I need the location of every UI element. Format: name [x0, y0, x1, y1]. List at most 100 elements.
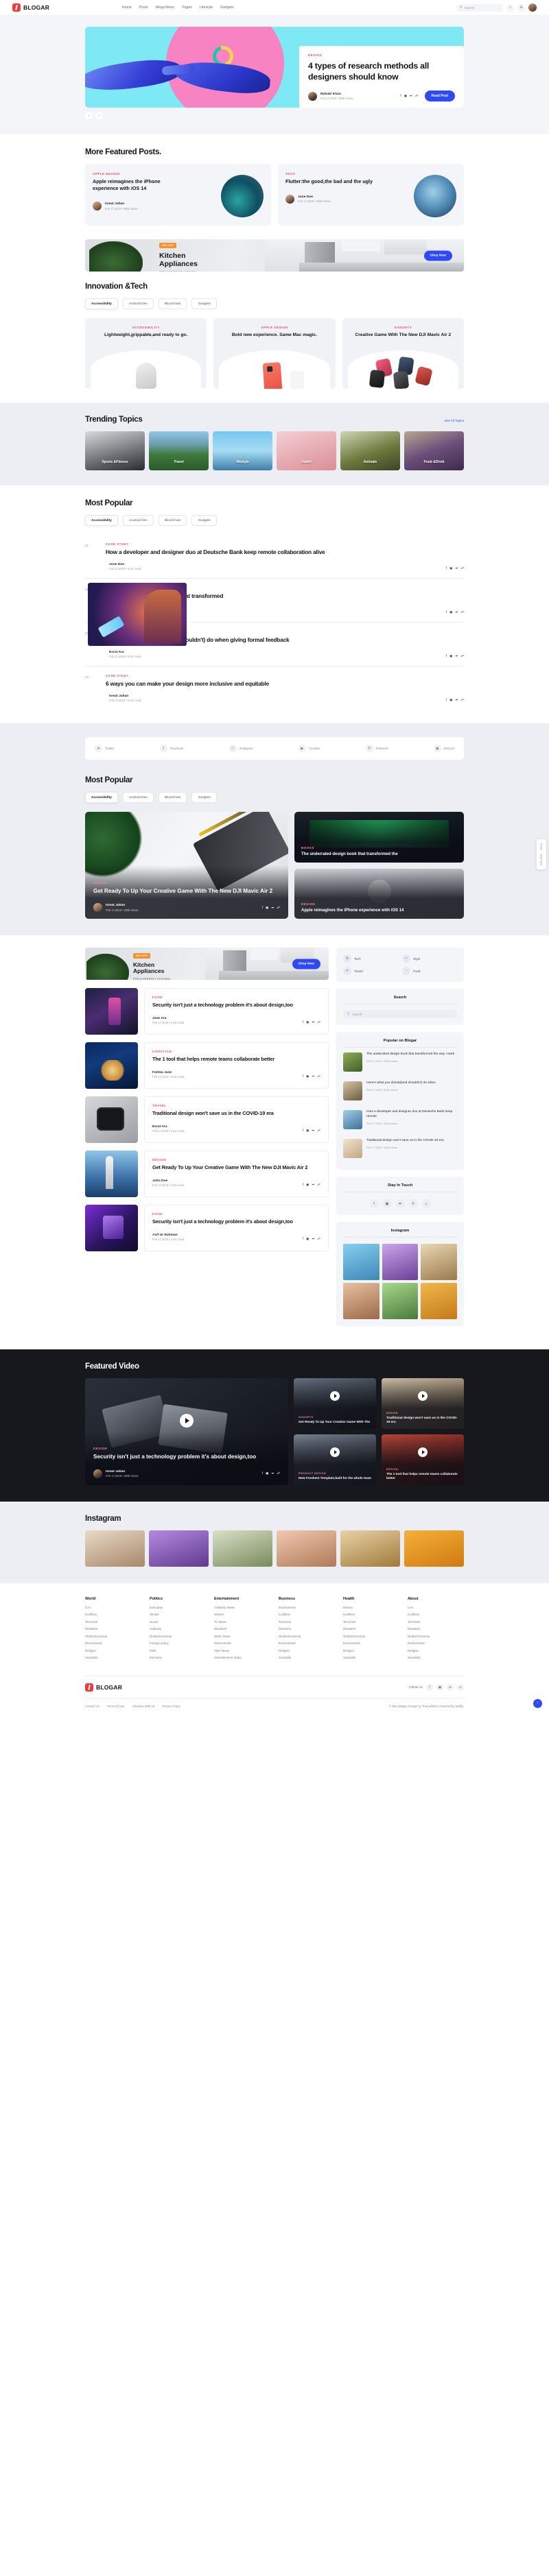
instagram-thumbnail[interactable]	[85, 1530, 145, 1567]
link-icon[interactable]: ☍	[460, 610, 464, 614]
twitter-icon[interactable]: ➦	[312, 1020, 314, 1024]
post-category[interactable]: FOOD	[152, 996, 320, 999]
avatar[interactable]	[528, 3, 537, 12]
tab-gadgets[interactable]: Gadgets	[191, 792, 217, 804]
trending-card-health[interactable]: Health	[277, 431, 336, 470]
footer-link[interactable]: Terrorism	[85, 1620, 141, 1624]
card-title[interactable]: Apple reimagines the iPhone experience w…	[301, 908, 457, 913]
trending-card-food[interactable]: Food &Drink	[404, 431, 464, 470]
list-item[interactable]: 01 CASE STUDY How a developer and design…	[85, 535, 464, 579]
video-main-card[interactable]: DESIGN Security isn't just a technology …	[85, 1377, 288, 1485]
play-icon[interactable]	[180, 1414, 194, 1428]
link-icon[interactable]: ☍	[317, 1129, 320, 1133]
nav-item-home[interactable]: Home	[122, 5, 132, 10]
legal-link-advertise[interactable]: Advertise With Us	[132, 1705, 154, 1708]
footer-link[interactable]: Disasters	[343, 1627, 399, 1630]
mp2-card[interactable]: BOOKS The underrated design book that tr…	[294, 812, 464, 863]
list-item[interactable]: Traditional design won't save us in the …	[343, 1134, 457, 1163]
twitter-icon[interactable]: ➦	[410, 94, 412, 98]
tab-gadgets[interactable]: Gadgets	[191, 515, 217, 526]
footer-link[interactable]: Scandals	[279, 1656, 335, 1659]
footer-link[interactable]: Environment	[214, 1641, 270, 1645]
scroll-to-top-button[interactable]: ↑	[533, 1698, 542, 1708]
video-card-title[interactable]: The 1 tool that helps remote teams colla…	[386, 1472, 459, 1481]
hero-category[interactable]: DESIGN	[308, 53, 455, 57]
post-category[interactable]: LIFESTYLE	[152, 1050, 320, 1053]
brand-item-pinterest[interactable]: P Pinterest	[365, 745, 388, 753]
sidebar-item-food[interactable]: ◔ Food	[402, 967, 457, 976]
side-tab-posts[interactable]: Posts	[540, 843, 544, 850]
instagram-icon[interactable]: ▣	[449, 654, 452, 658]
tab-accessibility[interactable]: Accessibility	[85, 515, 118, 526]
popular-title[interactable]: Traditional design won't save us in the …	[366, 1139, 444, 1144]
footer-link[interactable]: Global Economy	[343, 1635, 399, 1638]
tab-android-dev[interactable]: Android Dev	[122, 515, 154, 526]
link-icon[interactable]: ☍	[460, 698, 464, 702]
twitter-icon[interactable]: ➦	[455, 566, 458, 570]
footer-link[interactable]: Disasters	[85, 1627, 141, 1630]
list-item[interactable]: 04 CASE STUDY 6 ways you can make your d…	[85, 666, 464, 710]
facebook-icon[interactable]: f	[262, 906, 263, 910]
chevron-left-icon[interactable]: ‹	[85, 112, 93, 119]
footer-link[interactable]: Elections	[150, 1656, 206, 1659]
featured-card-title[interactable]: Apple reimagines the iPhone experience w…	[93, 178, 180, 192]
footer-link[interactable]: Environment	[343, 1641, 399, 1645]
featured-card-title[interactable]: Flutter:the good,the bad and the ugly	[285, 178, 373, 185]
footer-link[interactable]: Religion	[408, 1649, 464, 1652]
tab-blockchain[interactable]: Blockchain	[158, 515, 187, 526]
footer-link[interactable]: Style News	[214, 1649, 270, 1652]
video-card-title[interactable]: Get Ready To Up Your Creative Game With …	[299, 1420, 371, 1424]
video-title[interactable]: Security isn't just a technology problem…	[93, 1453, 280, 1460]
instagram-icon[interactable]: ▣	[266, 1471, 268, 1476]
footer-link[interactable]: Entertainment Video	[214, 1656, 270, 1659]
instagram-icon[interactable]: ▣	[449, 698, 452, 702]
facebook-icon[interactable]: f	[446, 610, 447, 614]
post-title[interactable]: Security isn't just a technology problem…	[152, 1002, 320, 1009]
footer-link[interactable]: TV News	[214, 1620, 270, 1624]
shop-now-button[interactable]: Shop Now	[423, 250, 452, 261]
video-card-title[interactable]: New Freshest Template,built for the whol…	[299, 1476, 371, 1480]
instagram-icon[interactable]: ▣	[306, 1074, 309, 1079]
list-item[interactable]: The underrated design book that transfor…	[343, 1048, 457, 1076]
twitter-icon[interactable]: ➦	[395, 1199, 405, 1209]
footer-link[interactable]: U.N.	[408, 1606, 464, 1609]
link-icon[interactable]: ☍	[277, 1471, 280, 1476]
brand-item-discord[interactable]: ◉ Discord	[433, 745, 454, 753]
link-icon[interactable]: ☍	[460, 566, 464, 570]
twitter-icon[interactable]: ➦	[455, 654, 458, 658]
link-icon[interactable]: ☍	[460, 654, 464, 658]
sidebar-search-input[interactable]: ⚲ Search	[343, 1010, 457, 1019]
footer-link[interactable]: Scandals	[343, 1656, 399, 1659]
footer-link[interactable]: Global Economy	[150, 1635, 206, 1638]
facebook-icon[interactable]: f	[369, 1199, 379, 1209]
instagram-icon[interactable]: ▣	[266, 906, 268, 910]
footer-link[interactable]: Polls	[150, 1649, 206, 1652]
read-post-button[interactable]: Read Post	[424, 91, 455, 102]
nav-item-posts[interactable]: Posts	[139, 5, 148, 10]
kitchen-promo-banner[interactable]: 60% OFF KitchenAppliances FOR A PERFECT …	[85, 239, 464, 272]
featured-card-category[interactable]: APPLE DESIGN	[93, 172, 180, 176]
innovation-card-title[interactable]: Lightweight,grippable,and ready to go.	[92, 332, 200, 339]
footer-link[interactable]: Global Economy	[408, 1635, 464, 1638]
floating-side-tabs[interactable]: Posts Buy Now	[537, 839, 546, 870]
featured-card[interactable]: APPLE DESIGN Apple reimagines the iPhone…	[85, 164, 271, 226]
facebook-icon[interactable]: f	[446, 566, 447, 570]
hero-title[interactable]: 4 types of research methods all designer…	[308, 60, 455, 82]
instagram-icon[interactable]: ▣	[306, 1183, 309, 1187]
video-card-title[interactable]: Traditional design won't save us in the …	[386, 1416, 459, 1425]
instagram-icon[interactable]: ▣	[436, 1683, 443, 1691]
bookmark-icon[interactable]: ☰	[517, 3, 525, 12]
video-category[interactable]: DESIGN	[93, 1447, 280, 1450]
footer-link[interactable]: Disasters	[408, 1627, 464, 1630]
brand-item-youtube[interactable]: ▶ Youtube	[298, 745, 320, 753]
innovation-card[interactable]: ACCESSIBILITY Lightweight,grippable,and …	[85, 318, 207, 389]
item-title[interactable]: 6 ways you can make your design more inc…	[106, 680, 464, 688]
instagram-thumbnail[interactable]	[343, 1244, 379, 1281]
link-icon[interactable]: ☍	[317, 1183, 320, 1187]
dribbble-icon[interactable]: ☀	[408, 1199, 418, 1209]
video-card-category[interactable]: PRODUCT DESIGN	[299, 1472, 371, 1475]
footer-link[interactable]: Executive	[150, 1606, 206, 1609]
item-category[interactable]: CASE STUDY	[106, 674, 464, 677]
search-input[interactable]: ⚲ Search	[456, 3, 503, 12]
twitter-icon[interactable]: ➦	[447, 1683, 454, 1691]
